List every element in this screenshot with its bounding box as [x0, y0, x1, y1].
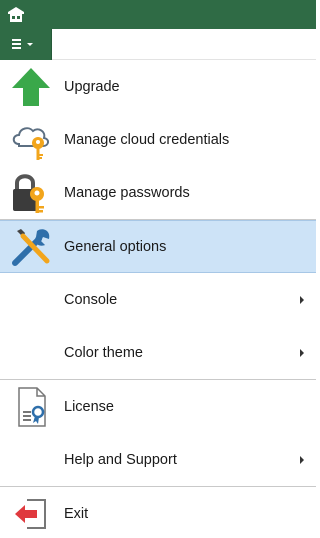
menu-item-label: Upgrade [64, 78, 120, 95]
menu-item-label: Manage passwords [64, 184, 190, 201]
hamburger-dropdown-icon [12, 39, 33, 49]
main-menu-button[interactable] [0, 29, 52, 60]
menu-item-color-theme[interactable]: Color theme [0, 326, 316, 379]
submenu-arrow-icon [300, 348, 304, 357]
app-logo-icon [8, 7, 24, 22]
lock-key-icon [8, 170, 54, 216]
menu-item-label: Color theme [64, 344, 143, 361]
menu-item-console[interactable]: Console [0, 273, 316, 326]
menu-item-license[interactable]: License [0, 380, 316, 433]
wrench-screwdriver-icon [8, 224, 54, 270]
menu-item-upgrade[interactable]: Upgrade [0, 60, 316, 113]
exit-door-icon [8, 491, 54, 537]
menu-item-manage-passwords[interactable]: Manage passwords [0, 166, 316, 219]
cloud-key-icon [8, 117, 54, 163]
menu-item-exit[interactable]: Exit [0, 487, 316, 538]
menu-item-label: License [64, 398, 114, 415]
submenu-arrow-icon [300, 455, 304, 464]
license-document-icon [8, 384, 54, 430]
menu-bar [52, 29, 316, 60]
menu-item-manage-cloud-credentials[interactable]: Manage cloud credentials [0, 113, 316, 166]
main-menu: Upgrade Manage cloud credentials Manage … [0, 60, 316, 538]
menu-item-label: Console [64, 291, 118, 308]
menu-item-general-options[interactable]: General options [0, 220, 316, 273]
menu-item-label: Help and Support [64, 451, 177, 468]
submenu-arrow-icon [300, 295, 304, 304]
menu-item-label: Exit [64, 505, 89, 522]
menu-item-label: Manage cloud credentials [64, 131, 230, 148]
title-bar [0, 0, 316, 29]
menu-item-label: General options [64, 238, 167, 255]
upgrade-arrow-icon [8, 64, 54, 110]
menu-item-help-and-support[interactable]: Help and Support [0, 433, 316, 486]
